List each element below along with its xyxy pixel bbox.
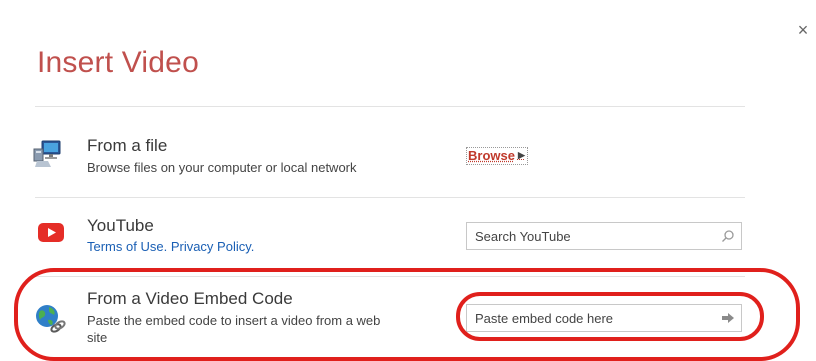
youtube-links: Terms of Use. Privacy Policy. [87,239,254,254]
youtube-title: YouTube [87,216,154,235]
youtube-search-box [466,222,742,250]
play-arrow-icon: ▶ [517,150,525,160]
browse-button[interactable]: Browse ▶ [466,147,528,165]
browse-label: Browse [468,148,515,163]
divider [35,276,745,277]
embed-code-description: Paste the embed code to insert a video f… [87,312,380,346]
embed-code-input[interactable] [467,310,715,326]
embed-description-line2: site [87,330,108,345]
globe-link-icon [34,303,66,333]
close-icon[interactable]: × [793,20,813,40]
divider [35,106,745,107]
embed-description-line1: Paste the embed code to insert a video f… [87,313,381,328]
search-icon[interactable] [715,223,741,249]
embed-code-title: From a Video Embed Code [87,289,293,308]
privacy-policy-link[interactable]: Privacy Policy. [171,239,255,254]
youtube-icon [38,222,68,252]
from-file-title: From a file [87,136,168,155]
divider [35,197,745,198]
youtube-search-input[interactable] [467,228,715,244]
insert-arrow-icon[interactable] [715,305,741,331]
computer-network-icon [33,138,63,168]
from-file-description: Browse files on your computer or local n… [87,160,357,175]
terms-of-use-link[interactable]: Terms of Use. [87,239,167,254]
embed-code-box [466,304,742,332]
dialog-title: Insert Video [37,46,199,79]
